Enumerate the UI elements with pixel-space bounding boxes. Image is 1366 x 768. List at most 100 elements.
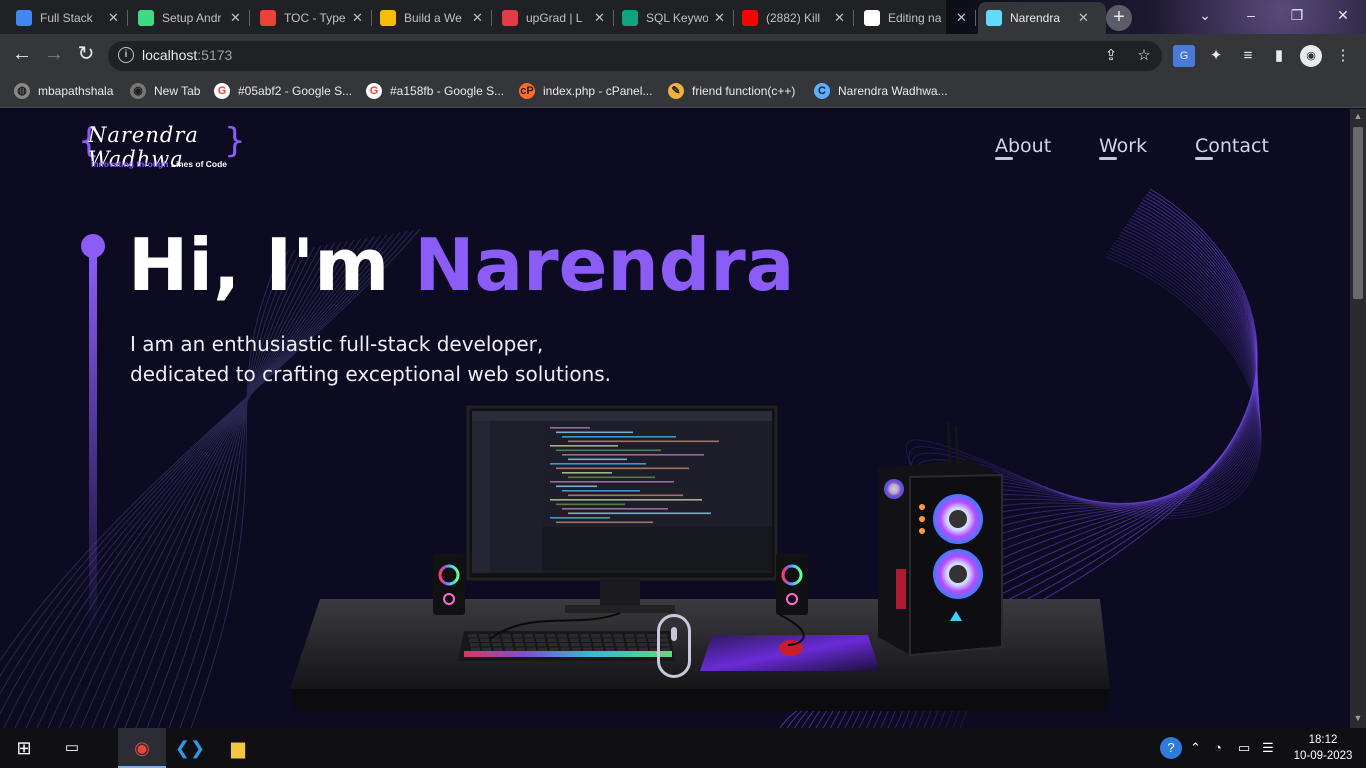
- scroll-down-icon[interactable]: ▼: [1350, 713, 1366, 723]
- bookmark-item[interactable]: ◍ mbapathshala: [14, 82, 113, 100]
- keyboard-key: [535, 634, 545, 638]
- tab-title: Full Stack: [40, 11, 93, 25]
- nav-contact[interactable]: Contact: [1195, 135, 1269, 160]
- keyboard-key: [536, 638, 546, 642]
- battery-icon[interactable]: ▭: [1238, 740, 1250, 756]
- keyboard-key: [604, 643, 614, 647]
- side-panel-icon[interactable]: ▮: [1268, 45, 1290, 67]
- keyboard-key: [546, 634, 556, 638]
- scroll-up-icon[interactable]: ▲: [1350, 111, 1366, 121]
- android-icon: [138, 10, 154, 26]
- tab-1[interactable]: Full Stack ✕: [8, 2, 128, 34]
- site-icon: C: [814, 83, 830, 99]
- tab-title: (2882) Kill: [766, 11, 821, 25]
- tab-title: TOC - Type: [284, 11, 346, 25]
- tab-4[interactable]: Build a We ✕: [372, 2, 492, 34]
- bookmark-item[interactable]: ◉ New Tab: [130, 82, 200, 100]
- scroll-indicator[interactable]: [657, 614, 691, 678]
- hero-title: Hi, I'm Narendra: [128, 223, 795, 307]
- close-tab-icon[interactable]: ✕: [352, 10, 363, 26]
- keyboard-key: [602, 634, 612, 638]
- file-explorer-icon[interactable]: ▆: [214, 728, 262, 768]
- vscode-taskbar-icon[interactable]: ❮❯: [166, 728, 214, 768]
- tab-8[interactable]: Editing na ✕: [856, 2, 976, 34]
- logo-tagline: Innovating through Lines of Code: [91, 159, 228, 169]
- keyboard-key: [592, 638, 602, 642]
- code-line: [562, 508, 668, 510]
- keyboard-key: [627, 647, 637, 651]
- page-scrollbar[interactable]: ▲ ▼: [1350, 109, 1366, 728]
- scrollbar-thumb[interactable]: [1353, 127, 1363, 299]
- keyboard-key: [471, 647, 480, 651]
- tab-title: SQL Keywo: [646, 11, 708, 25]
- bookmark-item[interactable]: G #05abf2 - Google S...: [214, 82, 352, 100]
- site-logo[interactable]: { Narendra Wadhwa } Innovating through L…: [78, 121, 246, 173]
- new-tab-button[interactable]: +: [1106, 5, 1132, 31]
- menu-icon[interactable]: ⋮: [1332, 45, 1354, 67]
- keyboard-key: [549, 647, 559, 651]
- taskbar-clock[interactable]: 18:12 10-09-2023: [1290, 732, 1356, 764]
- bookmark-item[interactable]: G #a158fb - Google S...: [366, 82, 504, 100]
- site-info-icon[interactable]: i: [118, 47, 134, 63]
- clock-time: 18:12: [1308, 734, 1338, 746]
- wifi-icon[interactable]: ◔: [1214, 740, 1222, 755]
- code-line: [562, 472, 612, 474]
- bookmark-star-icon[interactable]: ☆: [1133, 45, 1155, 67]
- mba-icon: ◍: [14, 83, 30, 99]
- tab-7[interactable]: (2882) Kill ✕: [734, 2, 854, 34]
- tab-3[interactable]: TOC - Type ✕: [252, 2, 372, 34]
- tab-5[interactable]: upGrad | L ✕: [494, 2, 614, 34]
- keyboard-key: [468, 634, 477, 638]
- code-line: [550, 427, 590, 429]
- forward-icon[interactable]: →: [40, 41, 68, 69]
- upgrad-icon: [502, 10, 518, 26]
- close-tab-icon[interactable]: ✕: [472, 10, 483, 26]
- keyboard-key: [502, 638, 512, 642]
- close-tab-icon[interactable]: ✕: [108, 10, 119, 26]
- keyboard-key: [548, 643, 558, 647]
- tab-title: upGrad | L: [526, 11, 583, 25]
- restore-button[interactable]: ❐: [1274, 0, 1320, 34]
- close-tab-icon[interactable]: ✕: [1078, 10, 1089, 26]
- help-icon[interactable]: ?: [1160, 737, 1182, 759]
- keyboard-key: [503, 643, 513, 647]
- close-tab-icon[interactable]: ✕: [714, 10, 725, 26]
- bookmark-icon: ✎: [668, 83, 684, 99]
- close-tab-icon[interactable]: ✕: [956, 10, 967, 26]
- tray-chevron-icon[interactable]: ⌃: [1190, 740, 1201, 756]
- tab-separator: [853, 10, 854, 26]
- media-queue-icon[interactable]: ≡: [1237, 45, 1259, 67]
- cloud-icon: [380, 10, 396, 26]
- profile-avatar[interactable]: ◉: [1300, 45, 1322, 67]
- address-bar[interactable]: [108, 41, 1162, 71]
- chatgpt-icon: [622, 10, 638, 26]
- nav-about[interactable]: About: [995, 135, 1051, 160]
- keyboard-key: [613, 634, 623, 638]
- reload-icon[interactable]: ↻: [72, 41, 100, 69]
- tab-9[interactable]: Narendra ✕: [978, 2, 1106, 34]
- close-window-button[interactable]: ✕: [1320, 0, 1366, 34]
- keyboard-key: [603, 638, 613, 642]
- minimize-button[interactable]: –: [1228, 0, 1274, 34]
- close-tab-icon[interactable]: ✕: [594, 10, 605, 26]
- keyboard-key: [469, 638, 478, 642]
- nav-work[interactable]: Work: [1099, 135, 1147, 160]
- back-icon[interactable]: ←: [8, 41, 36, 69]
- windows-start-icon[interactable]: ⊞: [0, 728, 48, 768]
- close-tab-icon[interactable]: ✕: [230, 10, 241, 26]
- tab-6[interactable]: SQL Keywo ✕: [614, 2, 734, 34]
- share-icon[interactable]: ⇪: [1100, 45, 1122, 67]
- code-line: [568, 512, 711, 515]
- close-tab-icon[interactable]: ✕: [834, 10, 845, 26]
- translate-icon[interactable]: G: [1173, 45, 1195, 67]
- bookmark-item[interactable]: C Narendra Wadhwa...: [814, 82, 948, 100]
- bookmark-item[interactable]: ✎ friend function(c++): [668, 82, 795, 100]
- chrome-taskbar-icon[interactable]: ◉: [118, 728, 166, 768]
- bookmark-item[interactable]: cP index.php - cPanel...: [519, 82, 652, 100]
- url-text: localhost:5173: [142, 47, 233, 63]
- tab-search-button[interactable]: ⌄: [1182, 0, 1228, 34]
- extensions-icon[interactable]: ✦: [1205, 45, 1227, 67]
- notification-icon[interactable]: ☰: [1262, 740, 1274, 756]
- tab-2[interactable]: Setup Andr ✕: [130, 2, 250, 34]
- task-view-icon[interactable]: ▭: [48, 728, 96, 768]
